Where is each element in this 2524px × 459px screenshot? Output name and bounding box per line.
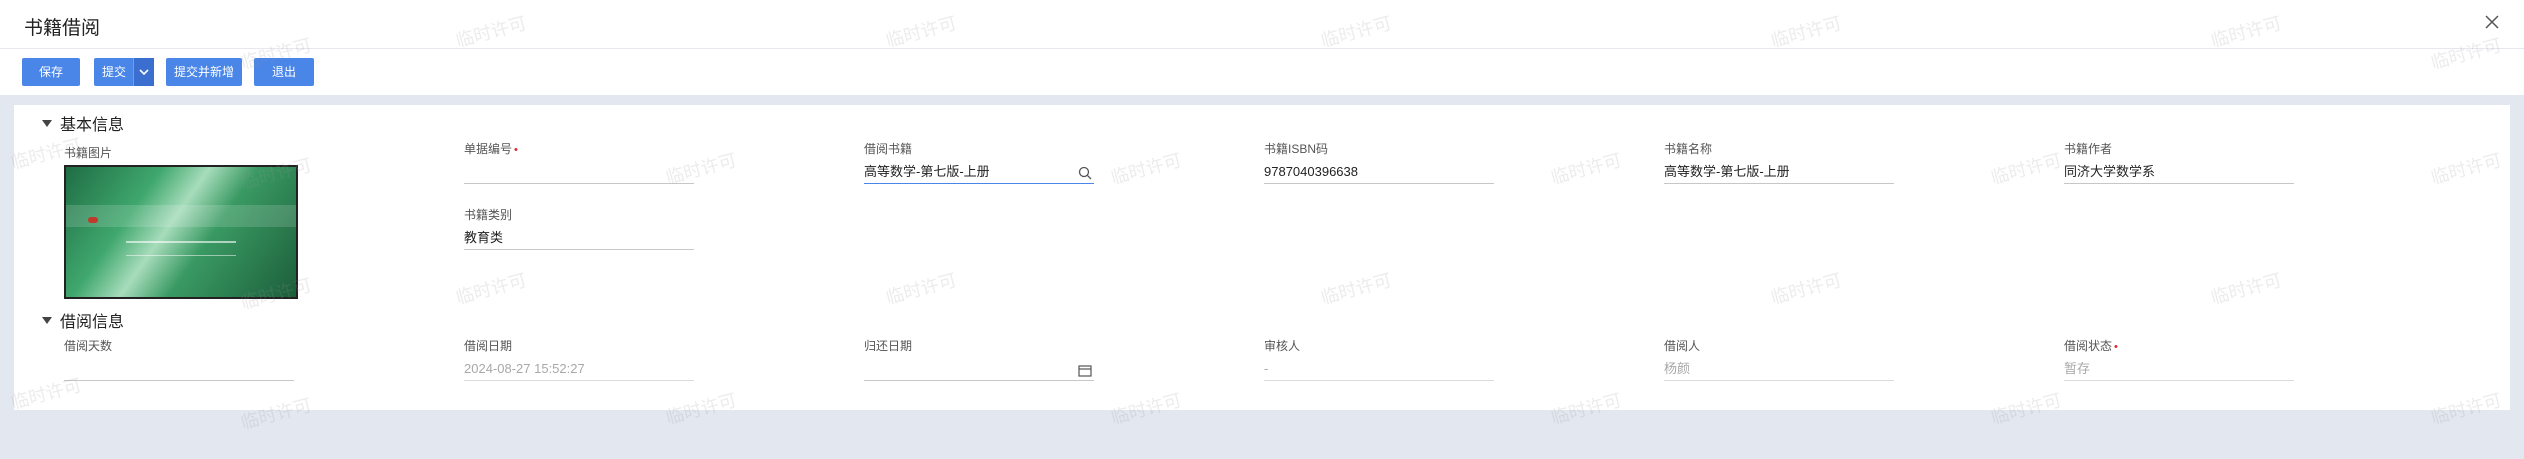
author-input[interactable]: 同济大学数学系 — [2064, 161, 2294, 184]
borrow-book-label: 借阅书籍 — [864, 142, 913, 156]
borrow-status-input: 暂存 — [2064, 358, 2294, 381]
book-name-label: 书籍名称 — [1664, 142, 1713, 156]
chevron-down-icon[interactable] — [133, 58, 154, 86]
borrow-book-field: 借阅书籍 高等数学-第七版-上册 — [864, 141, 1094, 184]
borrow-book-input[interactable]: 高等数学-第七版-上册 — [864, 161, 1094, 184]
section-header-basic[interactable]: 基本信息 — [42, 111, 124, 135]
save-button[interactable]: 保存 — [22, 58, 80, 86]
author-field: 书籍作者 同济大学数学系 — [2064, 141, 2294, 184]
book-name-field: 书籍名称 高等数学-第七版-上册 — [1664, 141, 1894, 184]
submit-button-label[interactable]: 提交 — [94, 65, 126, 79]
isbn-label: 书籍ISBN码 — [1264, 142, 1329, 156]
isbn-field: 书籍ISBN码 9787040396638 — [1264, 141, 1494, 184]
return-date-field: 归还日期 — [864, 338, 1094, 381]
borrower-field: 借阅人 杨颜 — [1664, 338, 1894, 381]
separator-band — [0, 95, 2524, 105]
doc-no-field: 单据编号 • — [464, 141, 694, 184]
category-input[interactable]: 教育类 — [464, 227, 694, 250]
submit-split-button[interactable]: 提交 — [94, 58, 154, 86]
return-date-input[interactable] — [864, 358, 1094, 381]
borrow-book-value: 高等数学-第七版-上册 — [864, 164, 990, 179]
book-name-input[interactable]: 高等数学-第七版-上册 — [1664, 161, 1894, 184]
reviewer-field: 审核人 - — [1264, 338, 1494, 381]
section-title-borrow: 借阅信息 — [60, 314, 125, 331]
close-icon[interactable] — [2480, 10, 2504, 34]
isbn-input[interactable]: 9787040396638 — [1264, 161, 1494, 184]
return-date-label: 归还日期 — [864, 339, 913, 353]
borrow-date-label: 借阅日期 — [464, 339, 513, 353]
form-card: 基本信息 书籍图片 单据编号 • 借阅书籍 高等数学-第七版-上册 书籍ISBN码… — [14, 105, 2510, 410]
caret-down-icon[interactable] — [42, 120, 52, 128]
borrow-days-field: 借阅天数 — [64, 338, 294, 381]
author-label: 书籍作者 — [2064, 142, 2113, 156]
section-header-borrow[interactable]: 借阅信息 — [42, 308, 124, 332]
section-title-basic: 基本信息 — [60, 117, 125, 134]
borrower-input: 杨颜 — [1664, 358, 1894, 381]
reviewer-input: - — [1264, 358, 1494, 381]
window-titlebar: 书籍借阅 — [0, 0, 2524, 49]
category-label: 书籍类别 — [464, 208, 513, 222]
window-title: 书籍借阅 — [24, 18, 101, 39]
borrow-date-input: 2024-08-27 15:52:27 — [464, 358, 694, 381]
book-image-label: 书籍图片 — [64, 146, 113, 160]
doc-no-label: 单据编号 — [464, 142, 513, 156]
exit-button[interactable]: 退出 — [254, 58, 314, 86]
submit-and-new-button[interactable]: 提交并新增 — [166, 58, 242, 86]
borrow-days-input[interactable] — [64, 358, 294, 381]
borrow-days-label: 借阅天数 — [64, 339, 113, 353]
required-marker: • — [514, 144, 518, 156]
borrower-label: 借阅人 — [1664, 339, 1701, 353]
borrow-status-label: 借阅状态 — [2064, 339, 2113, 353]
borrow-date-field: 借阅日期 2024-08-27 15:52:27 — [464, 338, 694, 381]
required-marker: • — [2114, 341, 2118, 353]
search-icon[interactable] — [1078, 165, 1092, 183]
reviewer-label: 审核人 — [1264, 339, 1301, 353]
category-field: 书籍类别 教育类 — [464, 207, 694, 250]
calendar-icon[interactable] — [1078, 362, 1092, 380]
borrow-status-field: 借阅状态 • 暂存 — [2064, 338, 2294, 381]
toolbar: 保存 提交 提交并新增 退出 — [0, 49, 2524, 95]
doc-no-input[interactable] — [464, 161, 694, 184]
caret-down-icon[interactable] — [42, 317, 52, 325]
book-cover-image[interactable] — [64, 165, 298, 299]
book-image-field: 书籍图片 — [64, 145, 294, 161]
